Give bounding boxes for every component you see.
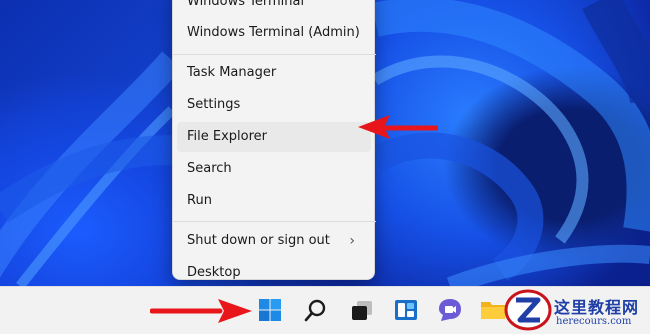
teams-chat-icon	[439, 299, 461, 321]
menu-item-windows-terminal-admin[interactable]: Windows Terminal (Admin)	[177, 18, 371, 48]
start-button[interactable]	[253, 293, 287, 327]
task-view-icon	[352, 301, 372, 320]
menu-item-settings[interactable]: Settings	[177, 90, 371, 120]
menu-item-label: Search	[187, 161, 232, 176]
menu-item-search[interactable]: Search	[177, 154, 371, 184]
watermark-title: 这里教程网	[554, 298, 640, 317]
menu-item-task-manager[interactable]: Task Manager	[177, 58, 371, 88]
widgets-button[interactable]	[389, 293, 423, 327]
menu-item-label: Task Manager	[187, 65, 277, 80]
site-watermark: 这里教程网 herecours.com	[500, 288, 650, 333]
menu-item-label: Windows Terminal	[187, 0, 305, 9]
menu-item-shut-down-or-sign-out[interactable]: Shut down or sign out ›	[177, 226, 371, 256]
taskbar-search-button[interactable]	[299, 293, 333, 327]
menu-item-label: File Explorer	[187, 129, 268, 144]
menu-item-label: Windows Terminal (Admin)	[187, 25, 360, 40]
menu-item-file-explorer[interactable]: File Explorer	[177, 122, 371, 152]
menu-item-desktop[interactable]: Desktop	[177, 258, 371, 288]
menu-item-windows-terminal[interactable]: Windows Terminal	[177, 0, 371, 17]
chevron-right-icon: ›	[349, 233, 355, 249]
menu-item-label: Desktop	[187, 265, 241, 280]
menu-separator	[173, 54, 376, 55]
menu-separator	[173, 221, 376, 222]
search-icon	[304, 299, 326, 322]
menu-item-label: Settings	[187, 97, 241, 112]
menu-item-label: Shut down or sign out	[187, 233, 330, 248]
watermark-logo-icon	[504, 289, 552, 331]
task-view-button[interactable]	[345, 293, 379, 327]
arrow-to-file-explorer	[358, 115, 438, 139]
arrow-to-start-button	[150, 299, 252, 323]
chat-button[interactable]	[433, 293, 467, 327]
windows-start-icon	[259, 299, 281, 321]
watermark-url: herecours.com	[556, 316, 632, 327]
menu-item-run[interactable]: Run	[177, 186, 371, 216]
menu-item-label: Run	[187, 193, 212, 208]
widgets-icon	[395, 300, 417, 320]
quick-link-context-menu: Windows Terminal Windows Terminal (Admin…	[172, 0, 376, 280]
